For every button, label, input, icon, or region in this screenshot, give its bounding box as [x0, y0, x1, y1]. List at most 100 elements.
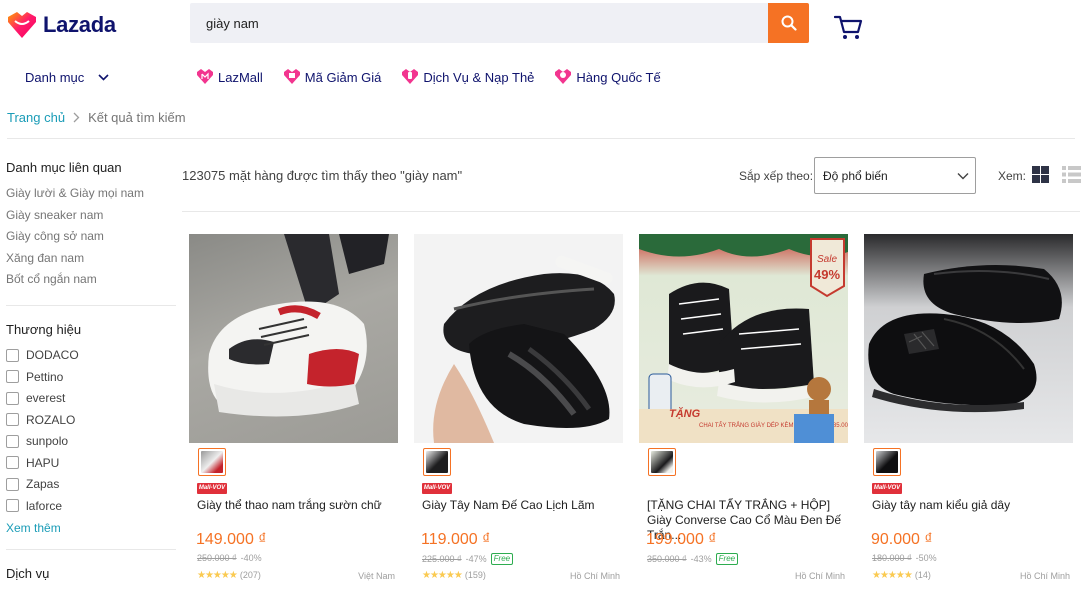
nav-link-label: Mã Giảm Giá [304, 69, 382, 85]
product-price: 199.000 ₫ [646, 531, 717, 548]
product-old-price-row: 250.000 ₫ -40% [197, 553, 262, 563]
oxford-shoe-photo [868, 265, 1062, 413]
services-filter-title: Dịch vụ [6, 565, 50, 581]
product-old-price: 225.000 ₫ [422, 554, 462, 564]
product-price: 149.000 ₫ [196, 531, 267, 548]
brand-filter-option[interactable]: HAPU [6, 452, 178, 474]
grid-view-icon[interactable] [1032, 166, 1049, 183]
brand-filter-option[interactable]: Zapas [6, 474, 178, 496]
product-swatch[interactable] [198, 448, 226, 476]
product-card[interactable]: Mall-VOV Giày Tây Nam Đế Cao Lịch Lãm 11… [414, 234, 624, 581]
brand-label: sunpolo [26, 434, 69, 449]
result-toolbar: 123075 mặt hàng được tìm thấy theo "giày… [182, 157, 1082, 197]
brand-filter-option[interactable]: Pettino [6, 366, 178, 388]
brand-checkbox[interactable] [6, 413, 19, 427]
product-card[interactable]: Mall-VOV Giày thể thao nam trắng sườn ch… [189, 234, 399, 581]
brand-filter-option[interactable]: laforce [6, 495, 178, 517]
category-menu[interactable]: Danh mục [25, 70, 109, 85]
breadcrumb-home[interactable]: Trang chủ [7, 110, 65, 125]
product-image[interactable] [414, 234, 623, 443]
product-old-price-row: 350.000 ₫ -43% Free [647, 553, 739, 565]
related-categories-title: Danh mục liên quan [6, 160, 122, 175]
cart-icon[interactable] [834, 14, 864, 40]
breadcrumb: Trang chủ Kết quả tìm kiếm [7, 110, 186, 125]
mall-badge: Mall-VOV [422, 483, 452, 494]
filter-sidebar: Danh mục liên quan Giày lười & Giày mọi … [6, 160, 178, 589]
global-heart-icon [555, 69, 572, 84]
category-label: Danh mục [25, 70, 85, 85]
product-title[interactable]: Giày Tây Nam Đế Cao Lịch Lãm [422, 498, 618, 513]
product-swatch[interactable] [648, 448, 676, 476]
rating-count: (207) [239, 570, 261, 580]
brand-label: DODACO [26, 348, 79, 363]
nav-link-topup[interactable]: Dịch Vụ & Nạp Thẻ [401, 69, 534, 85]
product-old-price-row: 180.000 ₫ -50% [872, 553, 937, 563]
brand-checkbox[interactable] [6, 370, 19, 384]
search-input[interactable] [190, 3, 768, 43]
product-rating: ★★★★★ (159) [422, 570, 486, 581]
sort-dropdown[interactable]: Độ phổ biến [814, 157, 976, 194]
brand-filter-option[interactable]: ROZALO [6, 409, 178, 431]
list-view-icon[interactable] [1062, 166, 1081, 183]
product-discount: -43% [690, 554, 712, 564]
nav-link-voucher[interactable]: Mã Giảm Giá [283, 69, 382, 85]
product-title[interactable]: Giày thể thao nam trắng sườn chữ [197, 498, 393, 513]
search-button[interactable] [768, 3, 809, 43]
related-category-link[interactable]: Giày công sở nam [6, 226, 178, 248]
product-swatch[interactable] [873, 448, 901, 476]
mall-badge: Mall-VOV [872, 483, 902, 494]
product-card[interactable]: Sale 49% TẶNG CHAI TẨY TRẮNG GIÀY DÉP KÈ… [639, 234, 849, 581]
svg-text:Sale: Sale [817, 254, 837, 265]
result-count: 123075 mặt hàng được tìm thấy theo "giày… [182, 168, 463, 183]
header: Lazada [0, 0, 1089, 50]
related-category-link[interactable]: Xăng đan nam [6, 248, 178, 270]
brand-checkbox[interactable] [6, 477, 19, 491]
brand-label: Zapas [26, 477, 60, 492]
related-category-link[interactable]: Giày sneaker nam [6, 205, 178, 227]
brand-checkbox[interactable] [6, 499, 19, 513]
search-icon [781, 15, 797, 31]
product-card[interactable]: Mall-VOV Giày tây nam kiểu giả dây 90.00… [864, 234, 1074, 581]
product-swatch[interactable] [423, 448, 451, 476]
nav-link-global[interactable]: Hàng Quốc Tế [554, 69, 661, 85]
brand-label: everest [26, 391, 66, 406]
rating-count: (14) [914, 570, 931, 580]
brand-label: Pettino [26, 369, 64, 384]
sneaker-photo [208, 234, 389, 417]
brand-filter-option[interactable]: everest [6, 388, 178, 410]
brand-checkbox[interactable] [6, 348, 19, 362]
brand-filter-option[interactable]: DODACO [6, 345, 178, 367]
mall-badge: Mall-VOV [197, 483, 227, 494]
product-location: Hồ Chí Minh [794, 571, 845, 581]
nav-link-label: LazMall [218, 69, 263, 85]
converse-promo-photo: Sale 49% TẶNG CHAI TẨY TRẮNG GIÀY DÉP KÈ… [639, 234, 848, 443]
brand-filter-option[interactable]: sunpolo [6, 431, 178, 453]
chevron-down-icon [98, 74, 109, 81]
product-old-price-row: 225.000 ₫ -47% Free [422, 553, 514, 565]
brand-checkbox[interactable] [6, 456, 19, 470]
nav-link-lazmall[interactable]: LazMall [196, 69, 263, 85]
lazmall-heart-icon [197, 69, 213, 84]
product-image[interactable] [189, 234, 398, 443]
topup-heart-icon [402, 69, 419, 84]
brand-checkbox[interactable] [6, 391, 19, 405]
dress-shoe-photo [433, 255, 615, 443]
promo-gift-text: TẶNG [669, 407, 701, 420]
product-old-price: 350.000 ₫ [647, 554, 687, 564]
nav-link-label: Dịch Vụ & Nạp Thẻ [423, 69, 535, 85]
product-image[interactable] [864, 234, 1073, 443]
related-category-link[interactable]: Giày lười & Giày mọi nam [6, 183, 178, 205]
free-shipping-badge: Free [715, 553, 739, 565]
chevron-right-icon [73, 112, 80, 123]
product-discount: -40% [240, 553, 262, 563]
divider [182, 211, 1080, 212]
brand-checkbox[interactable] [6, 434, 19, 448]
divider [7, 138, 1075, 139]
related-category-link[interactable]: Bốt cổ ngắn nam [6, 269, 178, 291]
see-more-link[interactable]: Xem thêm [6, 521, 178, 535]
lazada-logo[interactable]: Lazada [7, 12, 116, 38]
product-rating: ★★★★★ (207) [197, 570, 261, 581]
product-title[interactable]: Giày tây nam kiểu giả dây [872, 498, 1068, 513]
product-image[interactable]: Sale 49% TẶNG CHAI TẨY TRẮNG GIÀY DÉP KÈ… [639, 234, 848, 443]
brand-label: ROZALO [26, 412, 76, 427]
